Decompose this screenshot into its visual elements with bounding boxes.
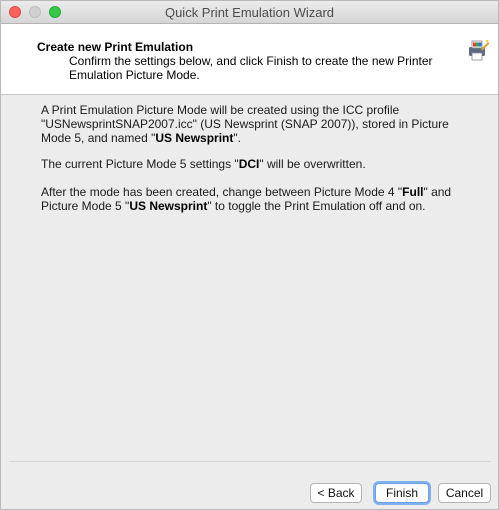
mode-name-text: US Newsprint (155, 131, 234, 145)
window-title: Quick Print Emulation Wizard (164, 5, 335, 20)
overwrite-warning-paragraph: The current Picture Mode 5 settings "DCI… (41, 157, 366, 171)
finish-button[interactable]: Finish (375, 483, 429, 503)
cancel-button[interactable]: Cancel (438, 483, 491, 503)
back-button[interactable]: < Back (310, 483, 362, 503)
title-bar[interactable]: Quick Print Emulation Wizard (1, 1, 498, 24)
mode4-name-text: Full (402, 185, 424, 199)
toggle-instructions-paragraph: After the mode has been created, change … (41, 185, 452, 213)
page-heading: Create new Print Emulation (37, 40, 194, 54)
page-subtitle: Confirm the settings below, and click Fi… (69, 54, 433, 82)
wizard-window: Quick Print Emulation Wizard Create new … (0, 0, 499, 510)
wizard-header: Create new Print Emulation Confirm the s… (1, 24, 498, 95)
summary-paragraph: A Print Emulation Picture Mode will be c… (41, 103, 449, 145)
footer-divider (9, 461, 491, 462)
wizard-content: A Print Emulation Picture Mode will be c… (1, 95, 498, 459)
current-mode-name-text: DCI (238, 157, 260, 171)
printer-wizard-icon (469, 39, 490, 61)
mode5-name-text: US Newsprint (129, 199, 208, 213)
